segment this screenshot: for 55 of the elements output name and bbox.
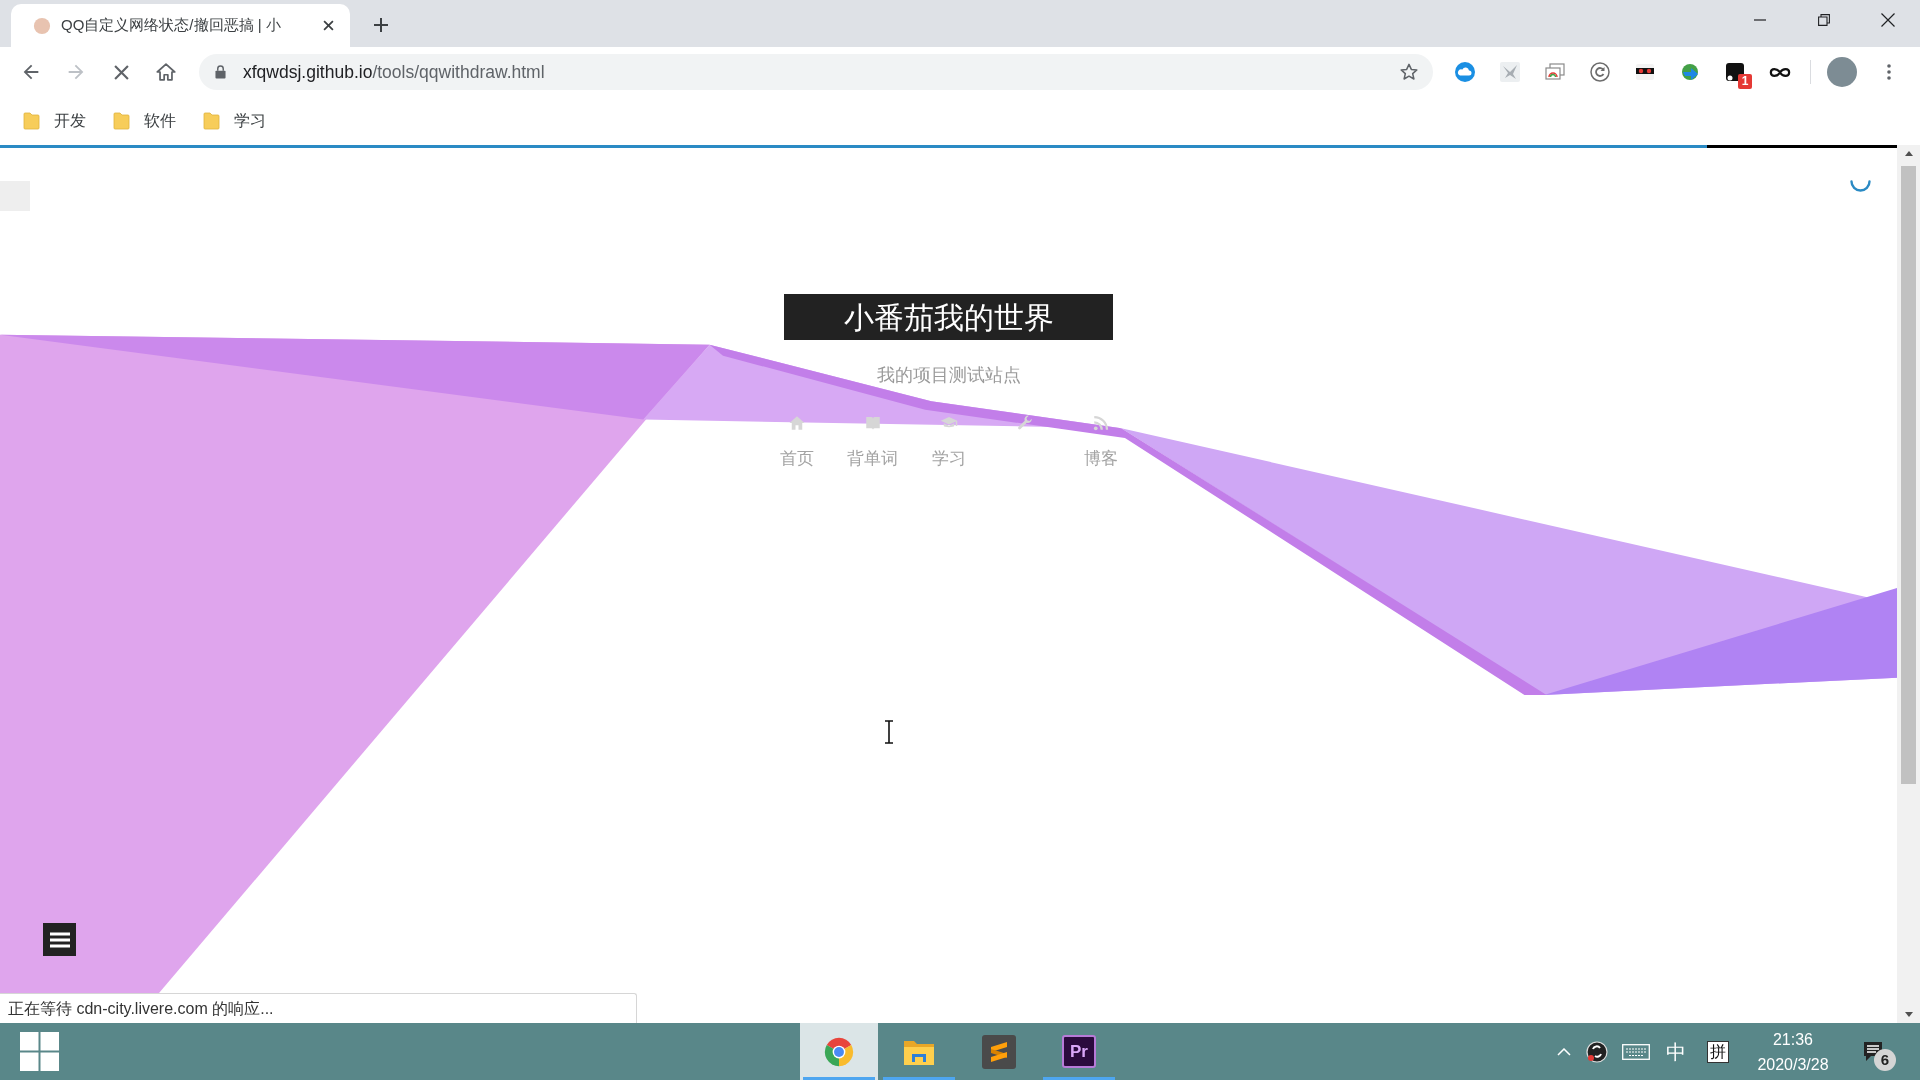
app-logo: Pr: [1062, 1035, 1096, 1068]
menu-button[interactable]: [43, 923, 76, 956]
bookmark-star-button[interactable]: [1399, 62, 1419, 82]
bird-icon: [1499, 62, 1520, 82]
home-icon: [155, 61, 177, 83]
scrollbar-thumb[interactable]: [1901, 166, 1916, 784]
cloud-icon: [1454, 62, 1475, 82]
minimize-icon: [1754, 19, 1766, 21]
bookmark-button[interactable]: 开发: [16, 105, 93, 137]
folder-icon: [203, 112, 220, 130]
folder-icon: [23, 112, 40, 130]
scroll-up-arrow-icon: [1904, 151, 1913, 156]
avatar-icon: [1827, 57, 1857, 87]
rss-icon: [1091, 414, 1110, 432]
keyboard-icon: [1622, 1043, 1650, 1060]
taskbar-app-button[interactable]: Pr: [1040, 1023, 1118, 1080]
stacked-windows-icon: [1544, 62, 1565, 82]
clock-button[interactable]: 21:36 2020/3/28: [1742, 1023, 1844, 1080]
close-icon: [1881, 13, 1895, 27]
notification-count-badge: 6: [1874, 1049, 1896, 1071]
menu-icon: [49, 931, 70, 948]
more-options-icon: [1887, 64, 1891, 80]
wrench-icon: [1015, 414, 1034, 432]
home-icon: [787, 414, 806, 432]
folder-icon: [113, 112, 130, 130]
address-bar[interactable]: xfqwdsj.github.io/tools/qqwithdraw.html: [199, 54, 1433, 90]
extension-button[interactable]: 1: [1712, 54, 1757, 90]
scroll-down-arrow-icon: [1904, 1012, 1913, 1017]
profile-button[interactable]: [1825, 55, 1859, 89]
extension-badge: 1: [1738, 74, 1752, 89]
status-text: 正在等待 cdn-city.livere.com 的响应...: [0, 993, 637, 1023]
bookmark-button[interactable]: 软件: [106, 105, 183, 137]
url-text: xfqwdsj.github.io/tools/qqwithdraw.html: [243, 60, 545, 84]
site-subtitle: 我的项目测试站点: [876, 364, 1021, 386]
site-title: 小番茄我的世界: [784, 294, 1113, 340]
windows-logo-icon: [19, 1032, 59, 1071]
browser-tab[interactable]: QQ自定义网络状态/撤回恶搞 | 小: [11, 4, 350, 47]
loop-icon: [1768, 65, 1791, 79]
chevron-up-icon: [1557, 1047, 1571, 1056]
star-icon: [1399, 62, 1419, 82]
taskbar-app-button[interactable]: [800, 1023, 878, 1080]
close-icon: [322, 20, 334, 31]
lock-icon: [215, 65, 226, 79]
sunglasses-icon: [1634, 62, 1655, 82]
text-cursor-icon: [884, 720, 894, 744]
s-logo-icon: [982, 1034, 1016, 1069]
input-mode-button[interactable]: 中: [1658, 1031, 1694, 1072]
notifications-button[interactable]: 6: [1844, 1023, 1902, 1080]
avatar-icon: [33, 16, 51, 35]
bookmark-button[interactable]: 学习: [196, 105, 273, 137]
restore-icon: [1818, 14, 1830, 26]
input-method-button[interactable]: 拼: [1707, 1040, 1729, 1063]
round-logo-icon: [1586, 1040, 1608, 1063]
plus-icon: [373, 17, 389, 33]
loading-spinner-icon: [1850, 180, 1871, 192]
